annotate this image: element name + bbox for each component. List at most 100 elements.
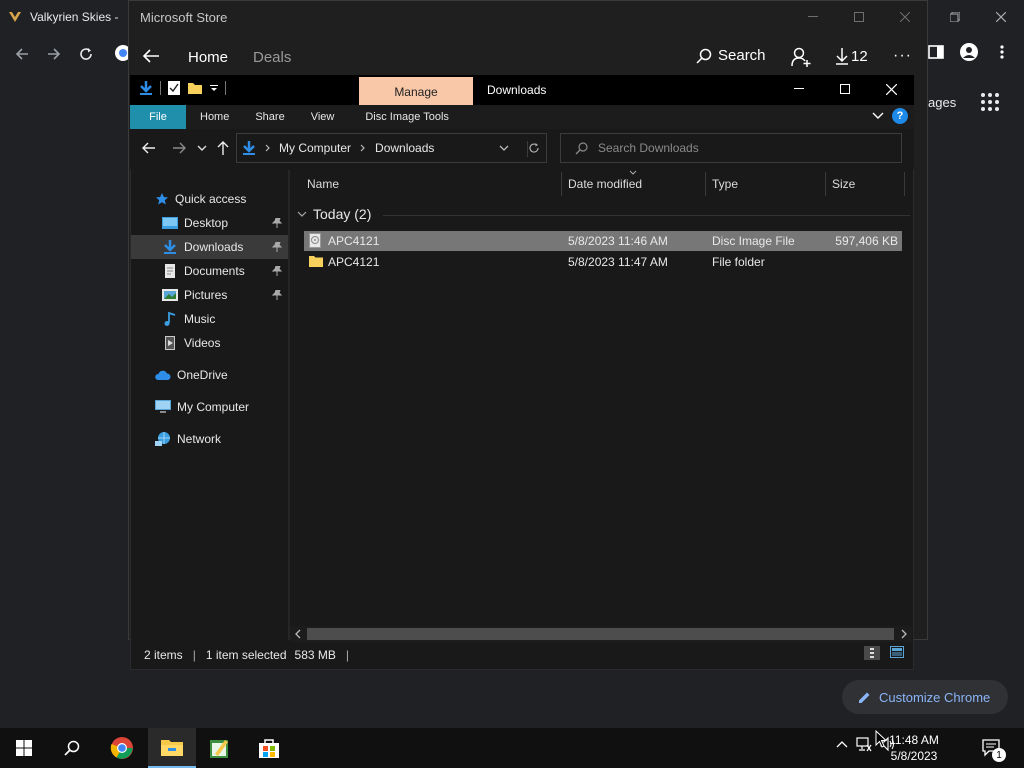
address-bar[interactable]: My Computer Downloads <box>236 133 547 163</box>
sort-indicator-icon <box>629 170 637 175</box>
computer-monitor-icon <box>155 400 171 414</box>
manage-contextual-tab[interactable]: Manage <box>359 77 473 105</box>
ribbon-tab-view[interactable]: View <box>298 105 348 129</box>
chrome-back-icon[interactable] <box>10 42 34 66</box>
start-button[interactable] <box>0 728 48 768</box>
breadcrumb-downloads[interactable]: Downloads <box>375 141 434 155</box>
chrome-sidepanel-icon[interactable] <box>928 44 944 60</box>
search-downloads-field[interactable]: Search Downloads <box>560 133 902 163</box>
column-separator[interactable] <box>904 172 905 196</box>
taskbar-store-button[interactable] <box>245 728 293 768</box>
store-close-icon[interactable] <box>882 0 928 34</box>
help-icon[interactable]: ? <box>892 108 908 124</box>
chrome-images-link[interactable]: ages <box>928 95 956 110</box>
column-separator[interactable] <box>705 172 706 196</box>
column-header-date-modified[interactable]: Date modified <box>568 177 642 191</box>
chrome-restore-icon[interactable] <box>932 0 978 34</box>
nav-item-label: Videos <box>184 336 221 350</box>
show-hidden-icons-icon[interactable] <box>836 740 848 748</box>
group-divider <box>383 215 910 216</box>
column-separator[interactable] <box>561 172 562 196</box>
file-row-folder[interactable]: APC4121 5/8/2023 11:47 AM File folder <box>304 252 902 272</box>
store-search-label: Search <box>718 47 766 64</box>
explorer-back-icon[interactable] <box>141 140 157 156</box>
refresh-icon[interactable] <box>528 142 540 154</box>
pencil-icon <box>858 691 871 704</box>
file-row-disc-image[interactable]: APC4121 5/8/2023 11:46 AM Disc Image Fil… <box>304 231 902 251</box>
pictures-folder-icon <box>162 288 178 302</box>
store-minimize-icon[interactable] <box>790 0 836 34</box>
file-explorer-icon <box>161 737 183 757</box>
group-header-today[interactable]: Today (2) <box>297 206 371 222</box>
column-separator[interactable] <box>825 172 826 196</box>
scroll-right-icon[interactable] <box>901 629 908 639</box>
up-folder-icon[interactable] <box>215 140 231 156</box>
taskbar-search-button[interactable] <box>48 728 96 768</box>
chrome-window-controls <box>932 0 1024 34</box>
status-bar: 2 items | 1 item selected 583 MB | <box>131 642 913 668</box>
taskbar-notepad-button[interactable] <box>196 728 244 768</box>
taskbar-clock[interactable]: 11:48 AM 5/8/2023 <box>882 732 946 764</box>
download-arrow-icon <box>836 47 848 65</box>
nav-item-documents[interactable]: Documents <box>131 259 288 283</box>
large-icons-view-icon[interactable] <box>890 646 904 660</box>
explorer-minimize-icon[interactable] <box>776 75 822 103</box>
store-back-icon[interactable] <box>141 46 161 66</box>
store-account-icon[interactable] <box>790 46 812 68</box>
customize-chrome-button[interactable]: Customize Chrome <box>842 680 1008 714</box>
column-header-size[interactable]: Size <box>832 177 855 191</box>
search-icon <box>575 141 588 155</box>
ribbon-tab-disc-image-tools[interactable]: Disc Image Tools <box>347 105 462 129</box>
collapse-chevron-icon <box>297 211 307 217</box>
breadcrumb-my-computer[interactable]: My Computer <box>279 141 351 155</box>
explorer-maximize-icon[interactable] <box>822 75 868 103</box>
scrollbar-thumb[interactable] <box>307 628 894 640</box>
chrome-menu-icon[interactable] <box>999 44 1005 60</box>
new-folder-icon[interactable] <box>187 80 203 96</box>
store-maximize-icon[interactable] <box>836 0 882 34</box>
nav-item-network[interactable]: Network <box>131 427 288 451</box>
pin-icon <box>272 242 282 252</box>
taskbar-file-explorer-button[interactable] <box>148 728 196 768</box>
chrome-profile-icon[interactable] <box>960 43 978 61</box>
customize-qat-icon[interactable] <box>209 83 219 93</box>
column-header-type[interactable]: Type <box>712 177 738 191</box>
downloads-address-icon <box>241 140 257 156</box>
nav-pane-splitter[interactable] <box>288 170 290 640</box>
network-status-icon[interactable] <box>856 736 872 752</box>
ribbon-tab-share[interactable]: Share <box>242 105 297 129</box>
expand-ribbon-icon[interactable] <box>872 112 884 120</box>
nav-item-videos[interactable]: Videos <box>131 331 288 355</box>
nav-item-downloads[interactable]: Downloads <box>131 235 288 259</box>
chrome-forward-icon[interactable] <box>42 42 66 66</box>
recent-locations-icon[interactable] <box>197 145 207 151</box>
nav-item-pictures[interactable]: Pictures <box>131 283 288 307</box>
nav-item-quick-access[interactable]: Quick access <box>131 187 288 211</box>
clock-time: 11:48 AM <box>889 733 939 747</box>
pin-icon <box>272 218 282 228</box>
store-nav-home[interactable]: Home <box>188 49 228 66</box>
ribbon-tab-file[interactable]: File <box>130 105 186 129</box>
column-header-name[interactable]: Name <box>307 177 339 191</box>
store-downloads-button[interactable]: 12 <box>836 47 868 65</box>
store-search-button[interactable]: Search <box>696 47 766 64</box>
nav-item-music[interactable]: Music <box>131 307 288 331</box>
chrome-tab[interactable]: Valkyrien Skies - <box>8 4 128 30</box>
nav-item-onedrive[interactable]: OneDrive <box>131 363 288 387</box>
explorer-close-icon[interactable] <box>868 75 914 103</box>
nav-item-my-computer[interactable]: My Computer <box>131 395 288 419</box>
details-view-icon[interactable] <box>864 646 880 660</box>
chrome-reload-icon[interactable] <box>74 42 98 66</box>
taskbar-chrome-button[interactable] <box>98 728 146 768</box>
explorer-forward-icon[interactable] <box>171 140 187 156</box>
nav-item-desktop[interactable]: Desktop <box>131 211 288 235</box>
store-window-controls <box>790 0 928 34</box>
scroll-left-icon[interactable] <box>294 629 301 639</box>
ribbon-tab-home[interactable]: Home <box>186 105 242 129</box>
store-more-icon[interactable]: ··· <box>893 47 912 65</box>
store-nav-deals[interactable]: Deals <box>253 49 291 66</box>
properties-icon[interactable] <box>167 80 181 96</box>
address-dropdown-icon[interactable] <box>499 145 509 151</box>
chrome-close-icon[interactable] <box>978 0 1024 34</box>
google-apps-icon[interactable] <box>980 92 1000 112</box>
